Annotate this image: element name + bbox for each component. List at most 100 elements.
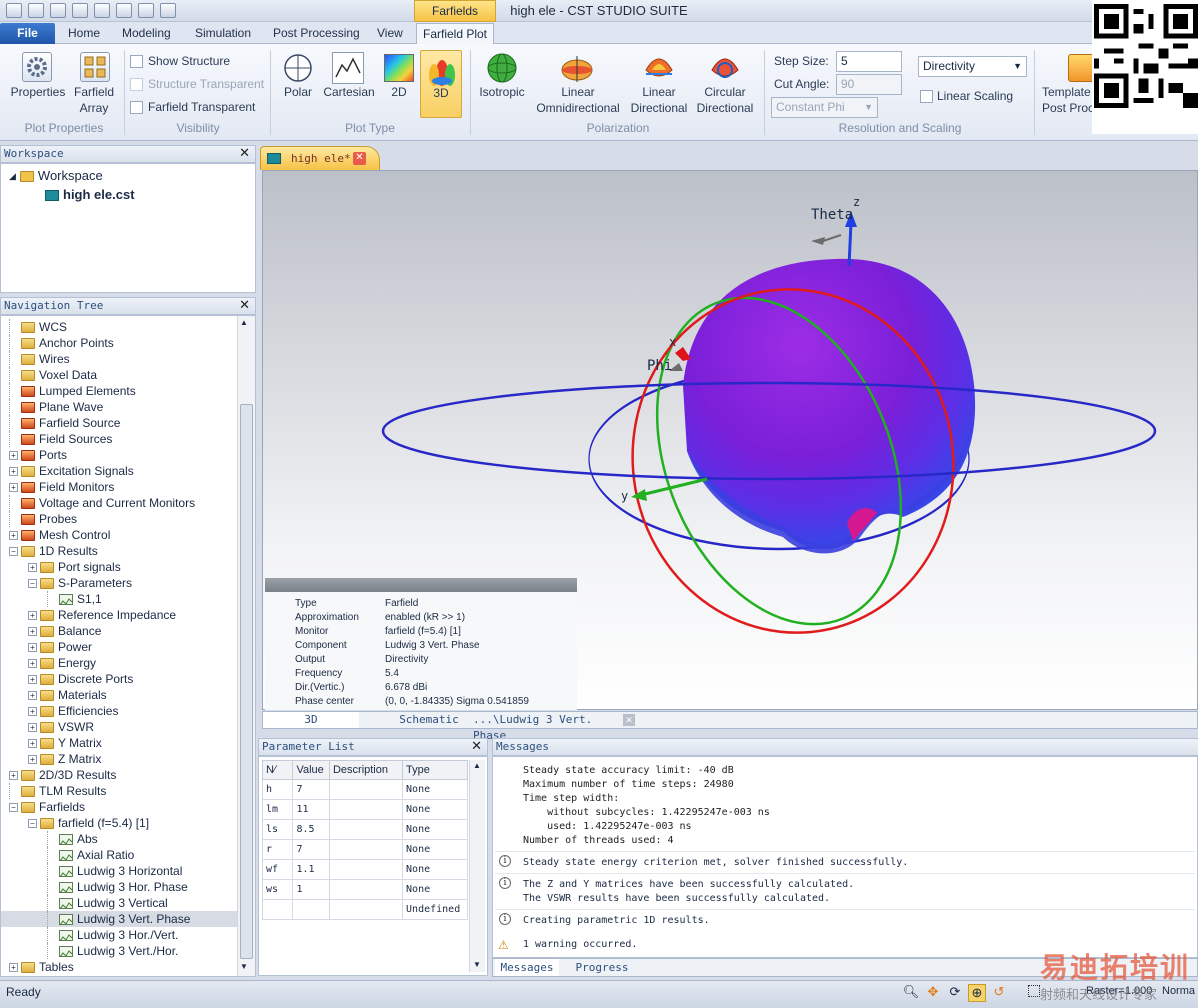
nav-tree-item[interactable]: Ludwig 3 Horizontal (1, 863, 237, 879)
expand-icon[interactable]: + (28, 738, 37, 748)
nav-tree-item[interactable]: Voltage and Current Monitors (1, 495, 237, 511)
param-cell-type[interactable]: None (402, 839, 468, 860)
3d-button-selected[interactable]: 3D (420, 50, 462, 118)
expand-icon[interactable]: + (9, 466, 18, 476)
message-entry[interactable]: i Steady state energy criterion met, solv… (495, 851, 1195, 873)
param-cell-value[interactable]: 1 (292, 879, 330, 900)
param-cell-desc[interactable] (328, 819, 404, 840)
expand-icon[interactable]: + (9, 530, 18, 540)
param-cell-name[interactable]: h (261, 779, 294, 800)
scroll-down-icon[interactable]: ▼ (240, 962, 248, 971)
nav-tree-item[interactable]: + Z Matrix (1, 751, 237, 767)
nav-tree-item[interactable]: + Balance (1, 623, 237, 639)
param-cell-type[interactable]: None (402, 819, 468, 840)
param-cell-name[interactable]: lm (261, 799, 294, 820)
param-cell-name[interactable]: ws (261, 879, 294, 900)
gear-icon[interactable] (22, 52, 52, 82)
tab-ludwig-vert-phase[interactable]: ...\Ludwig 3 Vert. Phase (473, 712, 623, 742)
cut-angle-input[interactable]: 90 (836, 74, 902, 95)
tab-farfield-plot[interactable]: Farfield Plot (416, 23, 494, 45)
nav-tree-item[interactable]: + Excitation Signals (1, 463, 237, 479)
close-icon[interactable]: ✕ (239, 146, 250, 162)
nav-tree-item[interactable]: Probes (1, 511, 237, 527)
param-cell-value[interactable]: 7 (292, 779, 330, 800)
workspace-root[interactable]: ◢ Workspace (9, 168, 103, 184)
expand-icon[interactable]: + (9, 962, 18, 972)
expand-icon[interactable]: + (28, 722, 37, 732)
close-icon[interactable]: ✕ (623, 714, 635, 726)
param-cell-desc[interactable] (328, 859, 404, 880)
param-cell-type[interactable]: None (402, 799, 468, 820)
param-cell-name[interactable]: wf (261, 859, 294, 880)
linear-omnidirectional-icon[interactable] (560, 54, 594, 84)
param-cell-desc[interactable] (328, 879, 404, 900)
pan-icon[interactable]: ✥ (924, 984, 942, 1002)
param-row[interactable]: h 7 None (261, 779, 468, 800)
nav-tree-item[interactable]: Axial Ratio (1, 847, 237, 863)
nav-tree-item[interactable]: + Power (1, 639, 237, 655)
param-cell-type[interactable]: None (402, 779, 468, 800)
expand-icon[interactable]: + (28, 658, 37, 668)
tab-view[interactable]: View (377, 26, 403, 40)
param-row[interactable]: lm 11 None (261, 799, 468, 820)
nav-tree-item[interactable]: Ludwig 3 Vertical (1, 895, 237, 911)
expand-icon[interactable]: + (28, 626, 37, 636)
expand-icon[interactable]: + (28, 706, 37, 716)
circular-directional-button[interactable]: Circular Directional (692, 84, 758, 116)
expand-icon[interactable]: + (28, 690, 37, 700)
nav-tree-item[interactable]: + Efficiencies (1, 703, 237, 719)
param-scrollbar[interactable]: ▲ ▼ (469, 760, 485, 972)
farfield-3d-viewport[interactable]: z Theta x Phi y Type Farfield Approximatio… (262, 170, 1198, 710)
scroll-down-icon[interactable]: ▼ (473, 960, 481, 969)
nav-tree-item[interactable]: +2D/3D Results (1, 767, 237, 783)
param-column-header[interactable]: Value (292, 760, 330, 780)
nav-tree-item[interactable]: S1,1 (1, 591, 237, 607)
tab-post-processing[interactable]: Post Processing (273, 26, 360, 40)
tab-home[interactable]: Home (68, 26, 100, 40)
param-row[interactable]: r 7 None (261, 839, 468, 860)
tab-3d[interactable]: 3D (263, 712, 359, 728)
expand-icon[interactable]: + (9, 450, 18, 460)
rotate-icon[interactable]: ⟳ (946, 984, 964, 1002)
param-row[interactable]: wf 1.1 None (261, 859, 468, 880)
linear-directional-icon[interactable] (642, 52, 676, 84)
workspace-file[interactable]: high ele.cst (45, 187, 135, 203)
param-cell-name[interactable] (261, 899, 294, 920)
nav-tree-item[interactable]: TLM Results (1, 783, 237, 799)
nav-tree-item[interactable]: + VSWR (1, 719, 237, 735)
expand-icon[interactable]: + (28, 754, 37, 764)
nav-tree-item[interactable]: Ludwig 3 Vert./Hor. (1, 943, 237, 959)
param-column-header[interactable]: Type (402, 760, 468, 780)
isotropic-icon[interactable] (486, 52, 518, 84)
farfield-array-icon[interactable] (80, 52, 110, 82)
param-cell-value[interactable]: 1.1 (292, 859, 330, 880)
param-cell-desc[interactable] (328, 899, 404, 920)
nav-tree-item[interactable]: Wires (1, 351, 237, 367)
nav-tree-item[interactable]: + Tables (1, 959, 237, 975)
expand-icon[interactable]: + (28, 610, 37, 620)
nav-tree-item[interactable]: + Port signals (1, 559, 237, 575)
cartesian-button[interactable]: Cartesian (322, 84, 376, 100)
nav-scrollbar-thumb[interactable] (240, 404, 253, 959)
nav-tree-item[interactable]: − Farfields (1, 799, 237, 815)
collapse-icon[interactable]: − (28, 578, 37, 588)
nav-tree-item[interactable]: − 1D Results (1, 543, 237, 559)
nav-tree-item[interactable]: + Y Matrix (1, 735, 237, 751)
quantity-select[interactable]: Directivity ▼ (918, 56, 1027, 77)
param-row[interactable]: Undefined (261, 899, 468, 920)
nav-tree-item[interactable]: + Mesh Control (1, 527, 237, 543)
farfield-transparent-checkbox[interactable] (130, 101, 143, 114)
nav-tree-item[interactable]: − S-Parameters (1, 575, 237, 591)
param-cell-value[interactable]: 7 (292, 839, 330, 860)
nav-tree-item[interactable]: Lumped Elements (1, 383, 237, 399)
nav-tree-item[interactable]: + Materials (1, 687, 237, 703)
zoom-icon[interactable]: 🔍︎ (902, 984, 920, 1002)
tab-modeling[interactable]: Modeling (122, 26, 171, 40)
param-cell-name[interactable]: ls (261, 819, 294, 840)
nav-tree-item[interactable]: + Reference Impedance (1, 607, 237, 623)
param-cell-type[interactable]: Undefined (402, 899, 468, 920)
polar-button[interactable]: Polar (278, 84, 318, 100)
param-cell-desc[interactable] (328, 839, 404, 860)
collapse-icon[interactable]: − (9, 802, 18, 812)
expand-icon[interactable]: + (9, 770, 18, 780)
